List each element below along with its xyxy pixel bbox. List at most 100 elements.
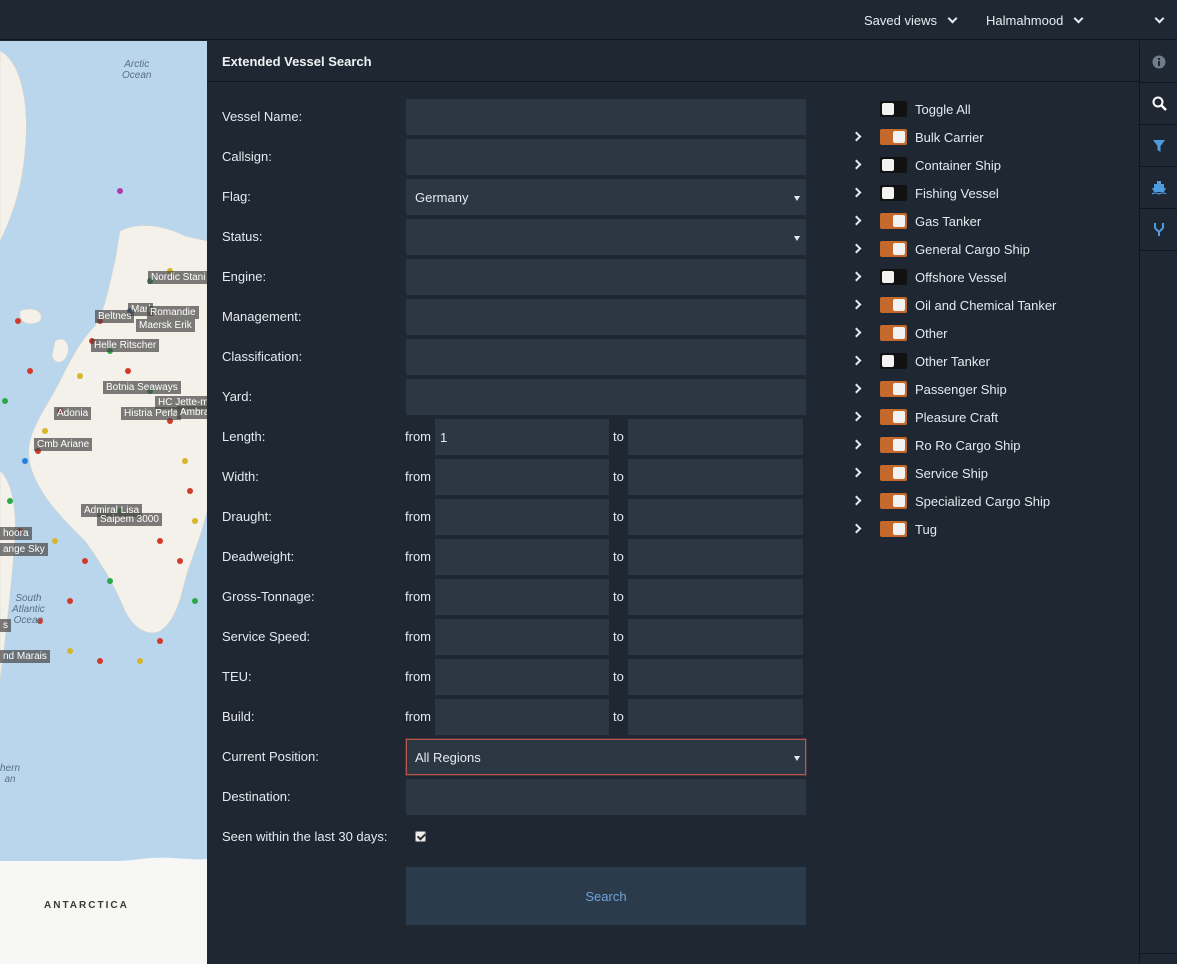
- width-label: Width:: [222, 469, 259, 484]
- chevron-right-icon[interactable]: [851, 411, 862, 422]
- vessel-label[interactable]: Helle Ritscher: [91, 339, 160, 352]
- to-label: to: [613, 589, 624, 604]
- vessel-label[interactable]: Cmb Ariane: [34, 438, 93, 451]
- vessel-label[interactable]: Saipem 3000: [97, 513, 162, 526]
- width-to-input[interactable]: [628, 459, 803, 495]
- type-row-general-cargo-ship: General Cargo Ship: [847, 236, 1127, 264]
- type-switch-passenger-ship[interactable]: [880, 381, 907, 397]
- gross-tonnage-label: Gross-Tonnage:: [222, 589, 315, 604]
- type-switch-service-ship[interactable]: [880, 465, 907, 481]
- type-switch-oil-chemical-tanker[interactable]: [880, 297, 907, 313]
- gross-tonnage-to-input[interactable]: [628, 579, 803, 615]
- deadweight-from-input[interactable]: [435, 539, 609, 575]
- chevron-right-icon[interactable]: [851, 523, 862, 534]
- deadweight-to-input[interactable]: [628, 539, 803, 575]
- chevron-right-icon[interactable]: [851, 383, 862, 394]
- vessel-label[interactable]: ange Sky: [0, 543, 48, 556]
- extra-menu-dropdown[interactable]: [1154, 0, 1165, 40]
- yard-input[interactable]: [406, 379, 806, 415]
- chevron-right-icon[interactable]: [851, 131, 862, 142]
- route-button[interactable]: [1140, 209, 1177, 251]
- to-label: to: [613, 509, 624, 524]
- chevron-right-icon[interactable]: [851, 187, 862, 198]
- deadweight-label: Deadweight:: [222, 549, 295, 564]
- type-label: Bulk Carrier: [915, 130, 984, 145]
- ship-button[interactable]: [1140, 167, 1177, 209]
- type-label: General Cargo Ship: [915, 242, 1030, 257]
- length-to-input[interactable]: [628, 419, 803, 455]
- type-label: Toggle All: [915, 102, 971, 117]
- service-speed-from-input[interactable]: [435, 619, 609, 655]
- callsign-input[interactable]: [406, 139, 806, 175]
- search-tool-button[interactable]: [1140, 83, 1177, 125]
- teu-to-input[interactable]: [628, 659, 803, 695]
- type-switch-specialized-cargo-ship[interactable]: [880, 493, 907, 509]
- type-switch-container-ship[interactable]: [880, 157, 907, 173]
- length-from-input[interactable]: 1: [435, 419, 609, 455]
- from-label: from: [405, 429, 431, 444]
- vessel-label[interactable]: Maersk Erik: [136, 319, 195, 332]
- vessel-label[interactable]: nd Marais: [0, 650, 50, 663]
- vessel-label[interactable]: Botnia Seaways: [103, 381, 181, 394]
- type-switch-ro-ro-cargo-ship[interactable]: [880, 437, 907, 453]
- type-switch-other-tanker[interactable]: [880, 353, 907, 369]
- vessel-name-input[interactable]: [406, 99, 806, 135]
- chevron-right-icon[interactable]: [851, 467, 862, 478]
- chevron-right-icon[interactable]: [851, 215, 862, 226]
- teu-from-input[interactable]: [435, 659, 609, 695]
- chevron-right-icon[interactable]: [851, 327, 862, 338]
- gross-tonnage-from-input[interactable]: [435, 579, 609, 615]
- current-position-select[interactable]: All Regions: [406, 739, 806, 775]
- type-switch-bulk-carrier[interactable]: [880, 129, 907, 145]
- draught-from-input[interactable]: [435, 499, 609, 535]
- type-label: Other Tanker: [915, 354, 990, 369]
- vessel-label[interactable]: Histria Perla: [121, 407, 182, 420]
- chevron-right-icon[interactable]: [851, 243, 862, 254]
- engine-input[interactable]: [406, 259, 806, 295]
- toggle-all-switch[interactable]: [880, 101, 907, 117]
- type-switch-other[interactable]: [880, 325, 907, 341]
- service-speed-to-input[interactable]: [628, 619, 803, 655]
- filter-button[interactable]: [1140, 125, 1177, 167]
- chevron-right-icon[interactable]: [851, 159, 862, 170]
- user-menu-dropdown[interactable]: Halmahmood: [986, 0, 1084, 40]
- build-from-input[interactable]: [435, 699, 609, 735]
- rail-bottom-bar: [1140, 953, 1177, 964]
- seen-recent-checkbox[interactable]: [415, 831, 426, 842]
- type-label: Offshore Vessel: [915, 270, 1007, 285]
- from-label: from: [405, 589, 431, 604]
- flag-select[interactable]: Germany: [406, 179, 806, 215]
- classification-input[interactable]: [406, 339, 806, 375]
- vessel-label[interactable]: Romandie: [147, 306, 199, 319]
- destination-input[interactable]: [406, 779, 806, 815]
- vessel-label[interactable]: Beltnes: [95, 310, 135, 323]
- width-from-input[interactable]: [435, 459, 609, 495]
- search-button[interactable]: Search: [406, 867, 806, 925]
- vessel-map[interactable]: Arctic Ocean South Atlantic Ocean hern an AN…: [0, 41, 207, 964]
- vessel-label[interactable]: s: [0, 619, 11, 632]
- extended-vessel-search-panel: Extended Vessel Search Vessel Name: Call…: [207, 41, 1139, 964]
- vessel-label[interactable]: Ambra: [177, 406, 207, 419]
- chevron-right-icon[interactable]: [851, 271, 862, 282]
- chevron-right-icon[interactable]: [851, 495, 862, 506]
- type-row-pleasure-craft: Pleasure Craft: [847, 404, 1127, 432]
- vessel-label[interactable]: Nordic Stani: [148, 271, 207, 284]
- chevron-right-icon[interactable]: [851, 355, 862, 366]
- management-input[interactable]: [406, 299, 806, 335]
- type-switch-gas-tanker[interactable]: [880, 213, 907, 229]
- from-label: from: [405, 629, 431, 644]
- chevron-right-icon[interactable]: [851, 299, 862, 310]
- draught-to-input[interactable]: [628, 499, 803, 535]
- info-button[interactable]: [1140, 41, 1177, 83]
- saved-views-dropdown[interactable]: Saved views: [864, 0, 958, 40]
- status-select[interactable]: [406, 219, 806, 255]
- build-to-input[interactable]: [628, 699, 803, 735]
- chevron-right-icon[interactable]: [851, 439, 862, 450]
- type-switch-general-cargo-ship[interactable]: [880, 241, 907, 257]
- vessel-label[interactable]: hoora: [0, 527, 32, 540]
- type-switch-pleasure-craft[interactable]: [880, 409, 907, 425]
- type-switch-fishing-vessel[interactable]: [880, 185, 907, 201]
- type-switch-tug[interactable]: [880, 521, 907, 537]
- vessel-label[interactable]: Adonia: [54, 407, 92, 420]
- type-switch-offshore-vessel[interactable]: [880, 269, 907, 285]
